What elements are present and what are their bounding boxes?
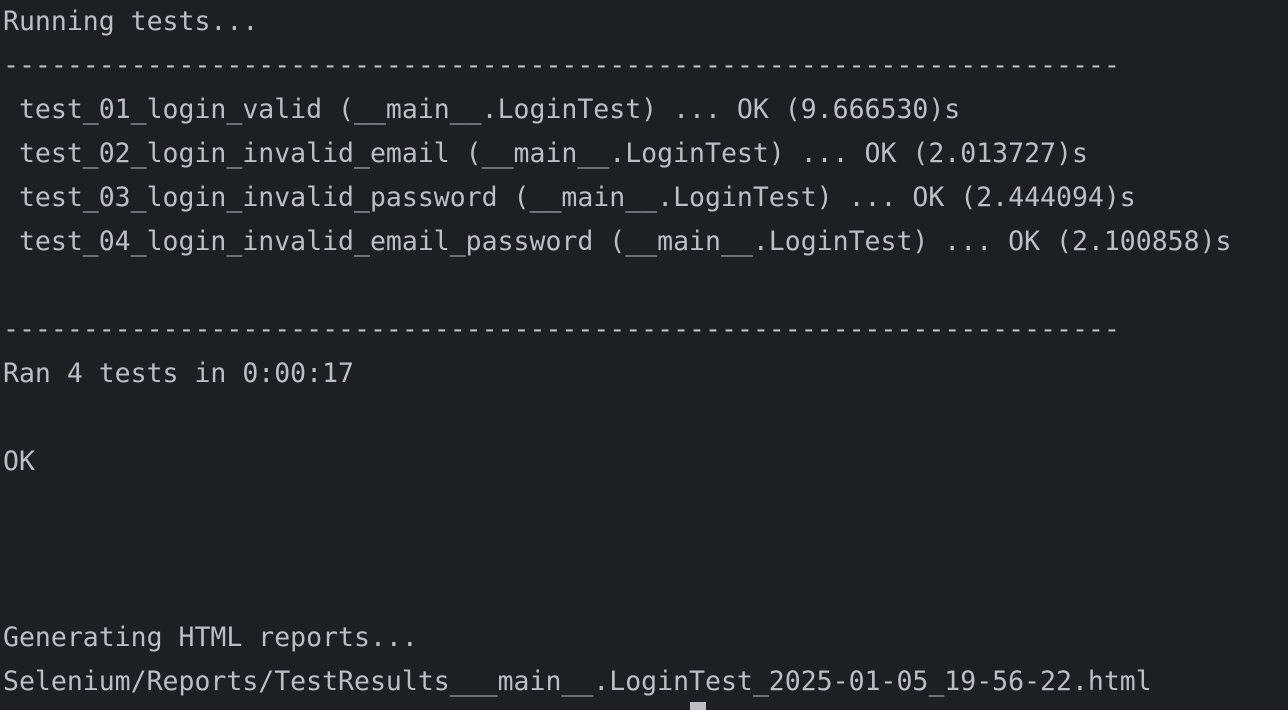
test-result-line: test_04_login_invalid_email_password (__… — [3, 226, 1232, 257]
terminal-output[interactable]: Running tests... -----------------------… — [0, 0, 1288, 710]
test-result-line: test_02_login_invalid_email (__main__.Lo… — [3, 138, 1088, 169]
text-cursor — [690, 702, 706, 710]
report-file-path[interactable]: Selenium/Reports/TestResults___main__.Lo… — [3, 660, 1152, 704]
separator-line: ----------------------------------------… — [3, 50, 1120, 81]
report-status: Generating HTML reports... — [3, 622, 418, 653]
separator-line: ----------------------------------------… — [3, 314, 1120, 345]
overall-status: OK — [3, 446, 35, 477]
test-result-line: test_01_login_valid (__main__.LoginTest)… — [3, 94, 961, 125]
summary-line: Ran 4 tests in 0:00:17 — [3, 358, 354, 389]
test-result-line: test_03_login_invalid_password (__main__… — [3, 182, 1136, 213]
status-running-tests: Running tests... — [3, 6, 259, 37]
